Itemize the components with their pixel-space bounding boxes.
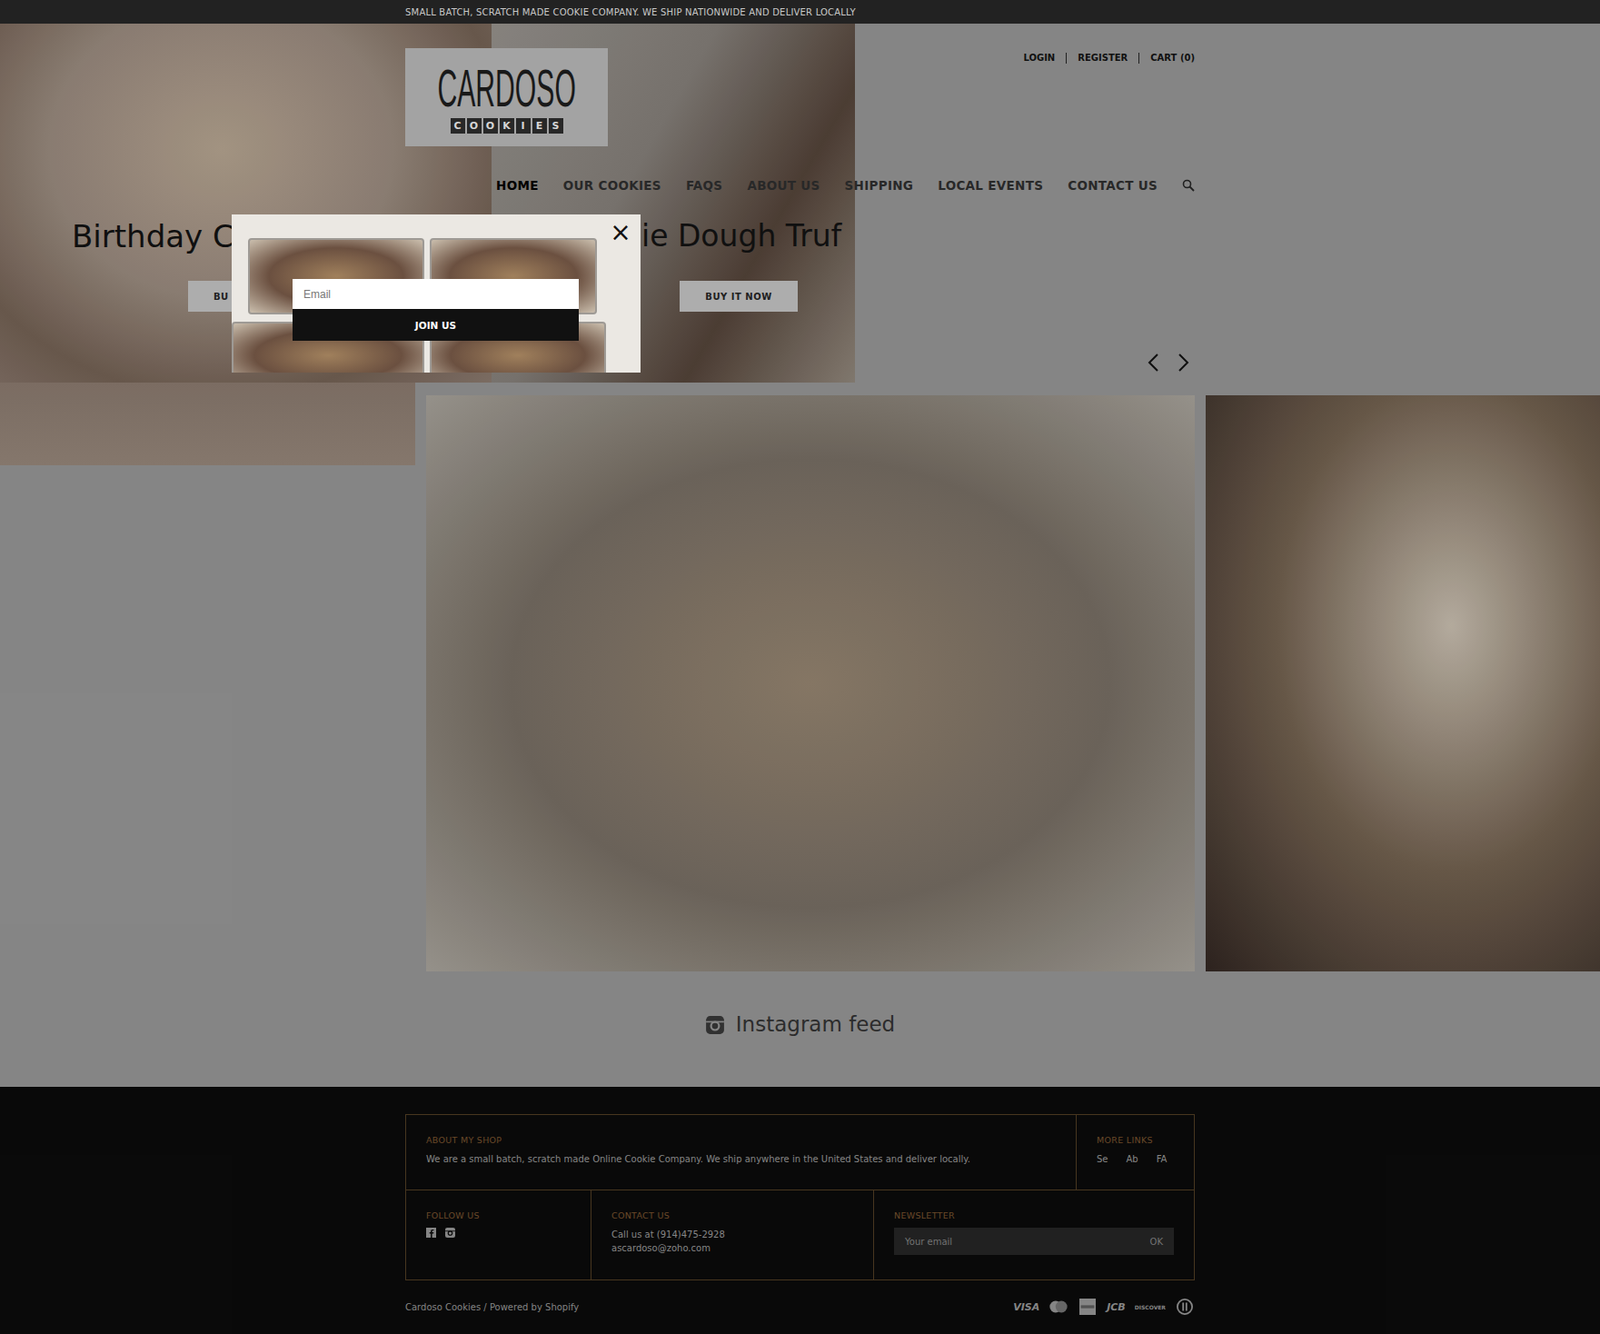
page: SMALL BATCH, SCRATCH MADE COOKIE COMPANY… [0, 0, 1600, 1334]
email-input[interactable]: Email [292, 278, 579, 309]
close-button[interactable]: × [607, 219, 634, 246]
popup-form: EmailJOIN US [292, 278, 579, 341]
announcement-bar: SMALL BATCH, SCRATCH MADE COOKIE COMPANY… [0, 0, 1600, 24]
newsletter-popup: × EmailJOIN US [231, 214, 641, 373]
join-button[interactable]: JOIN US [292, 308, 579, 341]
announcement-text: SMALL BATCH, SCRATCH MADE COOKIE COMPANY… [405, 7, 856, 18]
